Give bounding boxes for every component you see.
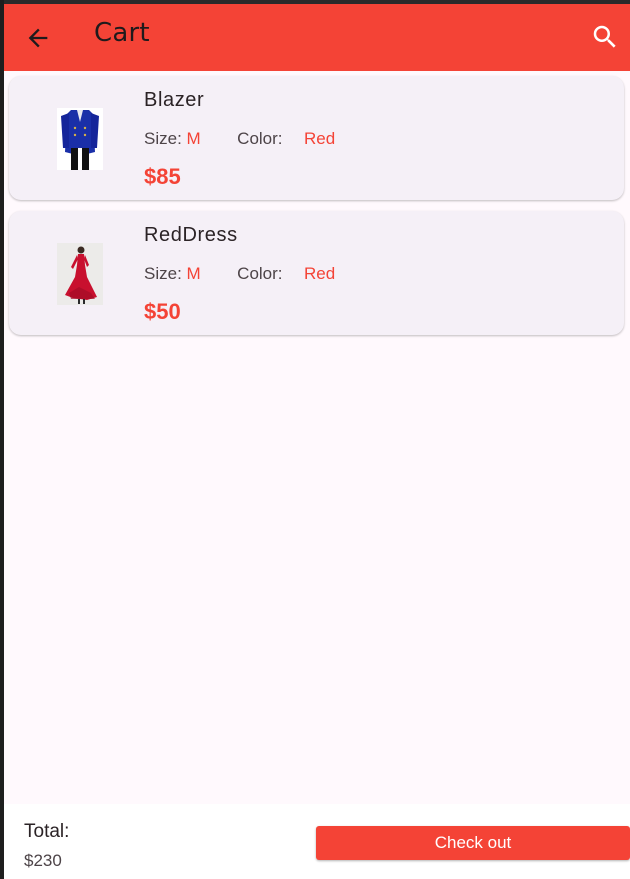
size-value: M xyxy=(186,129,201,148)
back-button[interactable] xyxy=(24,24,52,52)
arrow-back-icon xyxy=(28,28,48,48)
page-title: Cart xyxy=(94,18,150,48)
total-label: Total: xyxy=(24,821,70,842)
cart-footer: Total: $230 Check out xyxy=(4,804,630,879)
item-meta: Size: M Color: Red xyxy=(144,129,335,149)
search-button[interactable] xyxy=(590,22,620,52)
item-name: RedDress xyxy=(144,224,238,246)
size-value: M xyxy=(186,264,201,283)
total-value: $230 xyxy=(24,851,62,870)
size-label: Size: xyxy=(144,129,182,148)
item-price: $50 xyxy=(144,299,181,324)
color-label: Color: xyxy=(237,264,283,283)
blue-blazer-image xyxy=(57,108,103,170)
color-label: Color: xyxy=(237,129,283,148)
cart-list: Blazer Size: M Color: Red $85 RedDress S… xyxy=(9,76,624,346)
red-dress-image xyxy=(57,243,103,305)
item-name: Blazer xyxy=(144,89,205,111)
color-value: Red xyxy=(304,264,336,283)
cart-item-reddress[interactable]: RedDress Size: M Color: Red $50 xyxy=(9,211,624,335)
cart-screen: Cart Blazer Size: M Color: Red $85 RedDr… xyxy=(4,4,630,879)
app-bar: Cart xyxy=(4,4,630,71)
color-value: Red xyxy=(304,129,336,148)
checkout-button[interactable]: Check out xyxy=(316,826,630,860)
item-meta: Size: M Color: Red xyxy=(144,264,335,284)
item-price: $85 xyxy=(144,164,181,189)
size-label: Size: xyxy=(144,264,182,283)
cart-item-blazer[interactable]: Blazer Size: M Color: Red $85 xyxy=(9,76,624,200)
search-icon xyxy=(593,25,616,48)
